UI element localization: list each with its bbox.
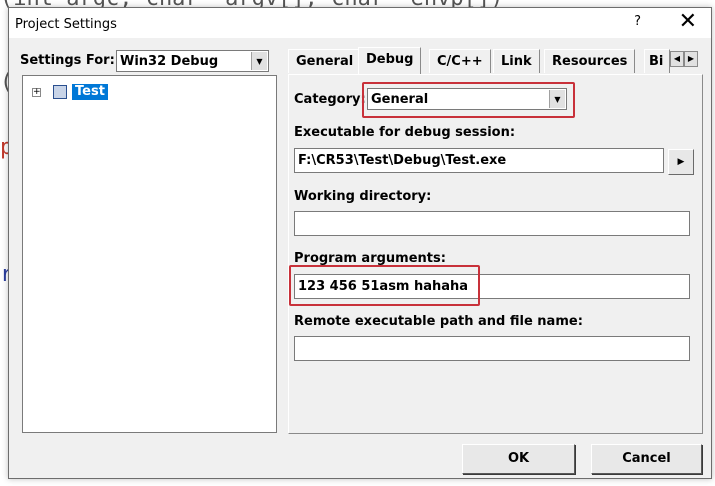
tab-browse-info[interactable]: Bi xyxy=(644,49,670,73)
settings-tabs: General Debug C/C++ Link Resources Bi ◀ … xyxy=(288,47,698,74)
category-highlight-box xyxy=(362,82,575,118)
working-directory-label: Working directory: xyxy=(294,189,432,204)
executable-label: Executable for debug session: xyxy=(294,125,516,140)
tab-cpp[interactable]: C/C++ xyxy=(429,49,491,73)
cancel-button[interactable]: Cancel xyxy=(591,444,702,474)
window-title: Project Settings xyxy=(15,17,117,32)
help-button[interactable]: ? xyxy=(634,14,641,29)
tree-item-test[interactable]: Test xyxy=(72,84,108,100)
settings-for-label: Settings For: xyxy=(20,53,115,68)
working-directory-field[interactable] xyxy=(294,211,690,236)
close-button[interactable]: ✕ xyxy=(679,9,697,34)
chevron-right-icon: ▶ xyxy=(677,157,685,167)
arguments-highlight-box xyxy=(289,265,480,306)
executable-field[interactable]: F:\CR53\Test\Debug\Test.exe xyxy=(294,148,664,173)
program-arguments-label: Program arguments: xyxy=(294,251,446,266)
category-label: Category: xyxy=(294,92,366,107)
tree-expand-icon[interactable]: + xyxy=(32,88,41,97)
settings-for-select[interactable]: Win32 Debug ▼ xyxy=(116,50,269,72)
settings-for-value: Win32 Debug xyxy=(120,54,219,69)
title-bar: Project Settings ? ✕ xyxy=(9,8,711,38)
project-icon xyxy=(53,85,67,99)
remote-path-field[interactable] xyxy=(294,336,690,361)
chevron-right-icon[interactable]: ▶ xyxy=(684,51,698,67)
executable-value: F:\CR53\Test\Debug\Test.exe xyxy=(298,153,507,168)
project-tree[interactable]: + Test xyxy=(22,75,277,433)
tab-link[interactable]: Link xyxy=(493,49,540,73)
chevron-down-icon[interactable]: ▼ xyxy=(251,52,267,70)
chevron-left-icon[interactable]: ◀ xyxy=(670,51,684,67)
executable-browse-button[interactable]: ▶ xyxy=(668,149,694,175)
project-settings-dialog: Project Settings ? ✕ Settings For: Win32… xyxy=(8,7,712,479)
tab-debug[interactable]: Debug xyxy=(358,47,422,74)
remote-path-label: Remote executable path and file name: xyxy=(294,314,583,329)
ok-button[interactable]: OK xyxy=(462,444,575,474)
tab-general[interactable]: General xyxy=(288,49,362,73)
tab-resources[interactable]: Resources xyxy=(544,49,636,73)
